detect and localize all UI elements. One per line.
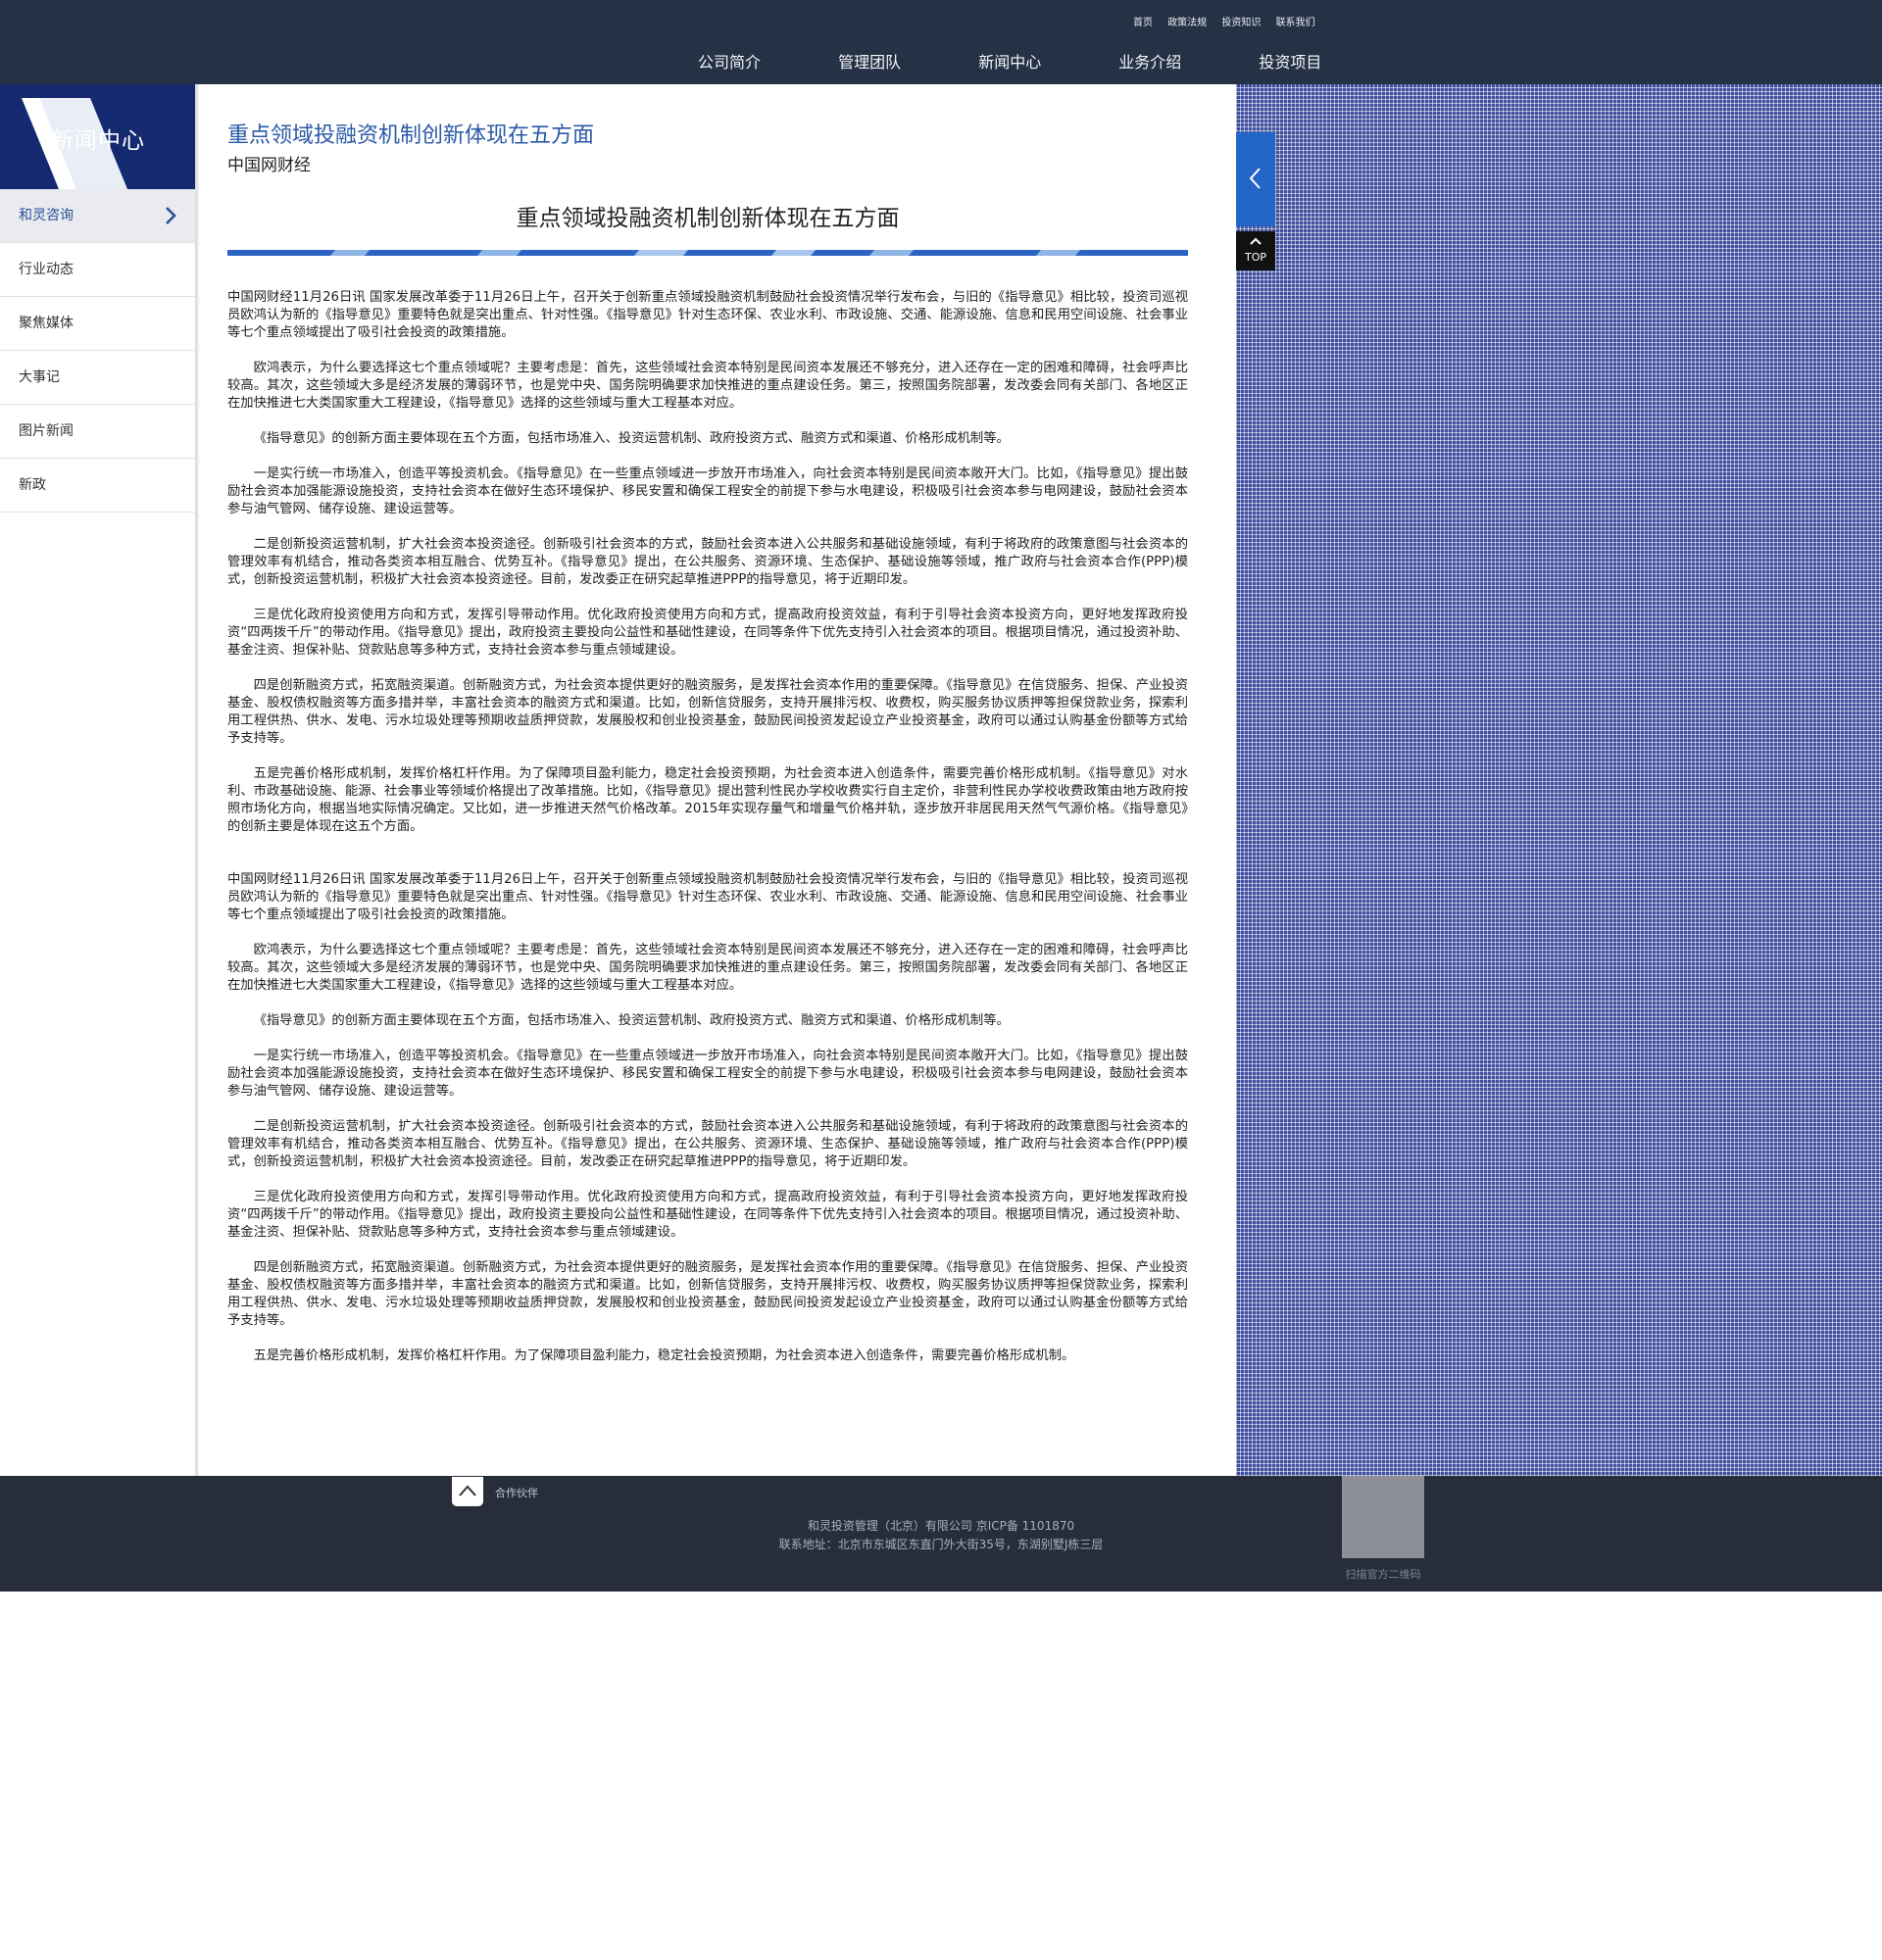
article-paragraph: 中国网财经11月26日讯 国家发展改革委于11月26日上午，召开关于创新重点领域… [227,290,1188,340]
qr-code-image [1342,1476,1424,1558]
article-paragraph: 五是完善价格形成机制，发挥价格杠杆作用。为了保障项目盈利能力，稳定社会投资预期，… [227,766,1188,834]
nav-item-projects[interactable]: 投资项目 [1259,49,1357,73]
back-to-top-button[interactable]: TOP [1236,231,1275,270]
nav-item-business[interactable]: 业务介绍 [1118,49,1216,73]
sidebar-item-helingzixun[interactable]: 和灵咨询 [0,189,196,243]
sidebar-item-label: 聚焦媒体 [19,316,74,331]
article-paragraph: 四是创新融资方式，拓宽融资渠道。创新融资方式，为社会资本提供更好的融资服务，是发… [227,678,1188,746]
article-paragraph: 《指导意见》的创新方面主要体现在五个方面，包括市场准入、投资运营机制、政府投资方… [253,1013,1010,1028]
util-link-policy[interactable]: 政策法规 [1167,14,1207,28]
sidebar-banner: 新闻中心 [0,84,196,189]
article-source: 中国网财经 [227,156,311,175]
sidebar-item-label: 大事记 [19,369,60,385]
article-paragraph: 中国网财经11月26日讯 国家发展改革委于11月26日上午，召开关于创新重点领域… [227,872,1188,922]
article-paragraph: 四是创新融资方式，拓宽融资渠道。创新融资方式，为社会资本提供更好的融资服务，是发… [227,1260,1188,1328]
nav-item-news[interactable]: 新闻中心 [978,49,1076,73]
sidebar: 新闻中心 和灵咨询 行业动态 聚焦媒体 大事记 图片新闻 新政 [0,84,197,1476]
sidebar-menu: 和灵咨询 行业动态 聚焦媒体 大事记 图片新闻 新政 [0,189,196,513]
chevron-left-icon [1249,168,1261,189]
article-content: 重点领域投融资机制创新体现在五方面 中国网财经 重点领域投融资机制创新体现在五方… [227,84,1188,1544]
footer-address: 联系地址：北京市东城区东直门外大街35号，东湖别墅J栋三层 [778,1538,1104,1551]
article-paragraph: 欧鸿表示，为什么要选择这七个重点领域呢？主要考虑是：首先，这些领域社会资本特别是… [227,943,1188,993]
footer-company: 和灵投资管理（北京）有限公司 京ICP备 1101870 [807,1519,1075,1533]
title-divider [227,250,1188,256]
footer-info: 和灵投资管理（北京）有限公司 京ICP备 1101870 联系地址：北京市东城区… [0,1517,1882,1554]
sidebar-item-events[interactable]: 大事记 [0,351,196,405]
top-header: 首页 政策法规 投资知识 联系我们 公司简介 管理团队 新闻中心 业务介绍 投资… [0,0,1882,84]
sidebar-item-industry[interactable]: 行业动态 [0,243,196,297]
sidebar-item-label: 和灵咨询 [19,208,74,223]
sidebar-item-label: 行业动态 [19,262,74,277]
chevron-up-icon [1250,237,1262,245]
article-paragraph: 二是创新投资运营机制，扩大社会资本投资途径。创新吸引社会资本的方式，鼓励社会资本… [227,1119,1188,1169]
sidebar-item-new-policy[interactable]: 新政 [0,459,196,513]
sidebar-item-label: 新政 [19,477,46,493]
chevron-up-icon [459,1485,476,1496]
util-link-home[interactable]: 首页 [1133,14,1153,28]
back-to-top-label: TOP [1244,251,1266,264]
utility-links: 首页 政策法规 投资知识 联系我们 [1133,14,1327,28]
article-body: 中国网财经11月26日讯 国家发展改革委于11月26日上午，召开关于创新重点领域… [227,289,1188,1365]
article-title: 重点领域投融资机制创新体现在五方面 [516,206,900,231]
footer-expand-button[interactable] [452,1477,483,1506]
article-heading: 重点领域投融资机制创新体现在五方面 [227,123,595,148]
article-paragraph: 《指导意见》的创新方面主要体现在五个方面，包括市场准入、投资运营机制、政府投资方… [253,431,1010,446]
article-paragraph: 三是优化政府投资使用方向和方式，发挥引导带动作用。优化政府投资使用方向和方式，提… [227,608,1188,658]
nav-item-about[interactable]: 公司简介 [698,49,796,73]
nav-item-team[interactable]: 管理团队 [838,49,936,73]
sidebar-item-media[interactable]: 聚焦媒体 [0,297,196,351]
sidebar-item-label: 图片新闻 [19,423,74,439]
sidebar-banner-title: 新闻中心 [51,128,145,154]
article-paragraph: 三是优化政府投资使用方向和方式，发挥引导带动作用。优化政府投资使用方向和方式，提… [227,1190,1188,1240]
sidebar-item-photo-news[interactable]: 图片新闻 [0,405,196,459]
footer: 合作伙伴 和灵投资管理（北京）有限公司 京ICP备 1101870 联系地址：北… [0,1476,1882,1592]
article-paragraph: 五是完善价格形成机制，发挥价格杠杆作用。为了保障项目盈利能力，稳定社会投资预期，… [253,1348,1075,1363]
article-paragraph: 一是实行统一市场准入，创造平等投资机会。《指导意见》在一些重点领域进一步放开市场… [227,466,1188,516]
sidebar-shadow [195,84,199,1476]
chevron-right-icon [166,207,176,224]
util-link-knowledge[interactable]: 投资知识 [1221,14,1261,28]
qr-code-label: 扫描官方二维码 [1345,1568,1421,1581]
decorative-pattern-panel [1236,84,1882,1476]
article-paragraph: 欧鸿表示，为什么要选择这七个重点领域呢？主要考虑是：首先，这些领域社会资本特别是… [227,361,1188,411]
article-paragraph: 一是实行统一市场准入，创造平等投资机会。《指导意见》在一些重点领域进一步放开市场… [227,1049,1188,1099]
panel-toggle-button[interactable] [1236,132,1275,226]
article-paragraph: 二是创新投资运营机制，扩大社会资本投资途径。创新吸引社会资本的方式，鼓励社会资本… [227,537,1188,587]
main-nav: 公司简介 管理团队 新闻中心 业务介绍 投资项目 [698,49,1394,74]
util-link-contact[interactable]: 联系我们 [1276,14,1315,28]
partners-link[interactable]: 合作伙伴 [495,1485,538,1500]
